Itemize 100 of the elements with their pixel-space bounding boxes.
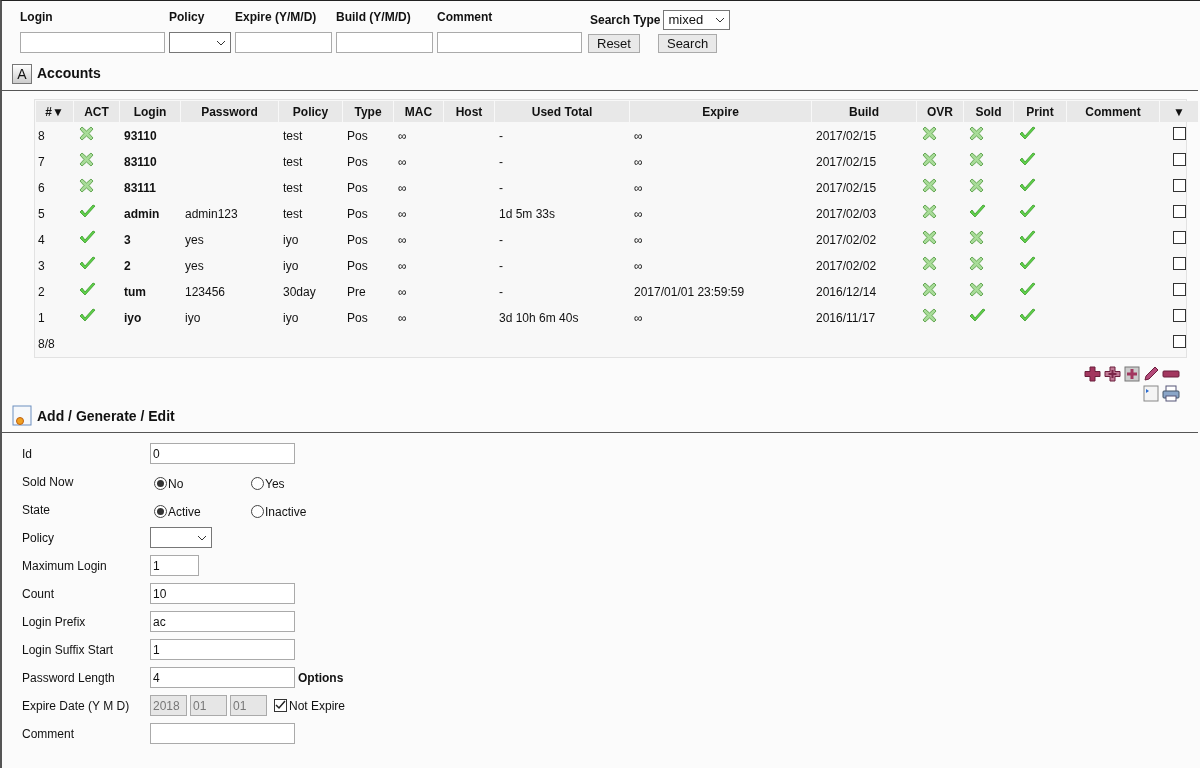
add-box-icon[interactable] bbox=[1124, 366, 1140, 382]
search-type-dropdown[interactable]: mixed bbox=[663, 10, 731, 30]
table-cell-text: Pos bbox=[346, 231, 369, 249]
add-icon[interactable] bbox=[1084, 366, 1101, 382]
table-cell-text: 2017/02/03 bbox=[815, 205, 878, 223]
table-cell-text: 2017/02/15 bbox=[815, 179, 878, 197]
add-multiple-icon[interactable] bbox=[1104, 366, 1121, 382]
table-cell-text: - bbox=[498, 283, 504, 301]
table-cell-text: Pos bbox=[346, 153, 369, 171]
table-cell-text: 2017/02/15 bbox=[815, 153, 878, 171]
table-cell-text: 2016/11/17 bbox=[815, 309, 877, 327]
filter-input[interactable] bbox=[437, 32, 582, 53]
input-field[interactable]: 1 bbox=[150, 639, 295, 660]
field-label: Maximum Login bbox=[22, 557, 108, 575]
cross-icon bbox=[922, 255, 937, 271]
table-cell-text: iyo bbox=[184, 309, 202, 327]
column-header[interactable]: Type bbox=[343, 101, 393, 122]
table-cell-text: ∞ bbox=[397, 283, 408, 301]
column-header[interactable]: Host bbox=[444, 101, 494, 122]
table-cell-text: ∞ bbox=[397, 179, 408, 197]
reset-button[interactable]: Reset bbox=[588, 34, 640, 53]
column-header[interactable]: #▼ bbox=[36, 101, 73, 122]
checkbox[interactable] bbox=[1172, 204, 1186, 218]
check-icon bbox=[79, 281, 96, 297]
caret-icon bbox=[197, 534, 207, 541]
table-cell-text: Pos bbox=[346, 179, 369, 197]
column-header[interactable]: Comment bbox=[1067, 101, 1159, 122]
column-header[interactable]: MAC bbox=[394, 101, 443, 122]
table-cell-text: ∞ bbox=[397, 257, 408, 275]
table-cell-text: 2 bbox=[37, 283, 46, 301]
search-button[interactable]: Search bbox=[657, 34, 718, 53]
table-cell-text: test bbox=[282, 153, 304, 171]
table-cell-text: 2017/02/02 bbox=[815, 257, 878, 275]
filter-label: Policy bbox=[169, 9, 206, 26]
column-header[interactable]: ▼ bbox=[1160, 101, 1198, 122]
radio-button[interactable] bbox=[251, 505, 264, 518]
column-header[interactable]: Expire bbox=[630, 101, 811, 122]
radio-button[interactable] bbox=[251, 477, 264, 490]
table-cell-text: 8 bbox=[37, 127, 46, 145]
input-field[interactable]: 1 bbox=[150, 555, 199, 576]
input-field[interactable]: 10 bbox=[150, 583, 295, 604]
radio-label: Inactive bbox=[265, 503, 307, 521]
table-cell-text: test bbox=[282, 205, 304, 223]
table-cell-text: Pre bbox=[346, 283, 367, 301]
table-cell-text: ∞ bbox=[397, 127, 408, 145]
input-field[interactable]: 4 bbox=[150, 667, 295, 688]
print-icon[interactable] bbox=[1162, 385, 1180, 402]
field-label: Login Suffix Start bbox=[22, 641, 115, 659]
table-cell-text: 3d 10h 6m 40s bbox=[498, 309, 580, 327]
pencil-icon[interactable] bbox=[1143, 366, 1159, 382]
column-header[interactable]: OVR bbox=[917, 101, 963, 122]
filter-label: Login bbox=[20, 9, 54, 26]
column-header[interactable]: Login bbox=[120, 101, 180, 122]
check-icon bbox=[79, 203, 96, 219]
checkbox[interactable] bbox=[1172, 230, 1186, 244]
policy-dropdown[interactable] bbox=[169, 32, 231, 53]
table-cell-text: iyo bbox=[123, 309, 143, 327]
checkbox[interactable] bbox=[1172, 334, 1186, 348]
table-cell-text: - bbox=[498, 257, 504, 275]
filter-input[interactable] bbox=[235, 32, 332, 53]
column-header[interactable]: Password bbox=[181, 101, 278, 122]
column-header[interactable]: Build bbox=[812, 101, 916, 122]
table-cell-text: admin123 bbox=[184, 205, 239, 223]
input-field[interactable]: ac bbox=[150, 611, 295, 632]
table-cell-text: 83111 bbox=[123, 179, 158, 197]
table-cell-text: 6 bbox=[37, 179, 46, 197]
checkbox[interactable] bbox=[1172, 152, 1186, 166]
field-label: Login Prefix bbox=[22, 613, 87, 631]
filter-input[interactable] bbox=[336, 32, 433, 53]
column-header[interactable]: Used Total bbox=[495, 101, 629, 122]
table-cell-text: iyo bbox=[282, 231, 300, 249]
table-cell-text: ∞ bbox=[633, 231, 644, 249]
checkbox[interactable] bbox=[1172, 282, 1186, 296]
column-header[interactable]: Print bbox=[1014, 101, 1066, 122]
input-field[interactable]: 0 bbox=[150, 443, 295, 464]
input-field[interactable] bbox=[150, 723, 295, 744]
table-cell-text: 4 bbox=[37, 231, 46, 249]
table-cell-text: ∞ bbox=[397, 205, 408, 223]
checkbox[interactable] bbox=[1172, 126, 1186, 140]
field-label: Id bbox=[22, 445, 33, 463]
check-icon bbox=[79, 307, 96, 323]
checkbox[interactable] bbox=[1172, 256, 1186, 270]
checkbox[interactable] bbox=[1172, 308, 1186, 322]
check-icon bbox=[1019, 203, 1036, 219]
column-header[interactable]: Policy bbox=[279, 101, 342, 122]
caret-icon bbox=[715, 17, 726, 23]
column-header[interactable]: ACT bbox=[74, 101, 119, 122]
radio-button[interactable] bbox=[154, 477, 167, 490]
filter-input[interactable] bbox=[20, 32, 165, 53]
table-cell-text: iyo bbox=[282, 309, 300, 327]
table-cell-text: yes bbox=[184, 231, 205, 249]
checkbox[interactable] bbox=[1172, 178, 1186, 192]
column-header[interactable]: Sold bbox=[964, 101, 1013, 122]
options-label: Options bbox=[298, 669, 344, 687]
table-cell-text: 2017/02/02 bbox=[815, 231, 878, 249]
cross-icon bbox=[922, 229, 937, 245]
radio-button[interactable] bbox=[154, 505, 167, 518]
check-icon bbox=[79, 229, 96, 245]
policy-dropdown[interactable] bbox=[150, 527, 212, 548]
table-cell-text: 30day bbox=[282, 283, 317, 301]
